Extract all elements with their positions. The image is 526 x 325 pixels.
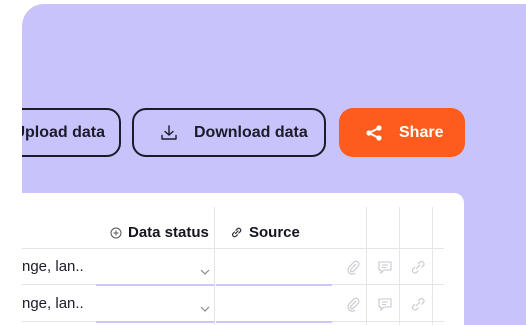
cell-name: nge, lan.. [22, 295, 84, 312]
column-header-label: Source [249, 224, 300, 241]
column-divider [432, 207, 433, 325]
column-header-label: Data status [128, 224, 209, 241]
link-icon[interactable] [410, 259, 426, 275]
download-data-label: Download data [194, 123, 308, 141]
column-header-data-status[interactable]: Data status [110, 224, 209, 241]
data-table: Data status Source nge, lan.. nge, lan.. [22, 193, 464, 325]
upload-data-button[interactable]: Upload data [22, 108, 121, 157]
attachment-icon[interactable] [345, 296, 361, 312]
column-divider [399, 207, 400, 325]
row-accent [216, 284, 332, 286]
share-icon [366, 124, 382, 141]
link-icon [232, 227, 242, 238]
download-data-button[interactable]: Download data [132, 108, 326, 157]
main-panel: Upload data Download data Share Data sta… [22, 4, 526, 325]
row-divider [22, 248, 444, 249]
comment-icon[interactable] [377, 296, 393, 312]
column-divider [366, 207, 367, 325]
info-circle-icon [110, 227, 122, 238]
attachment-icon[interactable] [345, 259, 361, 275]
link-icon[interactable] [410, 296, 426, 312]
chevron-down-icon[interactable] [200, 306, 210, 312]
cell-name: nge, lan.. [22, 258, 84, 275]
share-label: Share [399, 123, 444, 141]
upload-data-label: Upload data [22, 123, 105, 141]
share-button[interactable]: Share [339, 108, 465, 157]
row-accent [216, 321, 332, 323]
comment-icon[interactable] [377, 259, 393, 275]
row-accent [96, 321, 214, 323]
chevron-down-icon[interactable] [200, 269, 210, 275]
row-accent [96, 284, 214, 286]
column-divider [214, 207, 215, 325]
column-header-source[interactable]: Source [230, 224, 300, 241]
download-icon [161, 124, 177, 140]
